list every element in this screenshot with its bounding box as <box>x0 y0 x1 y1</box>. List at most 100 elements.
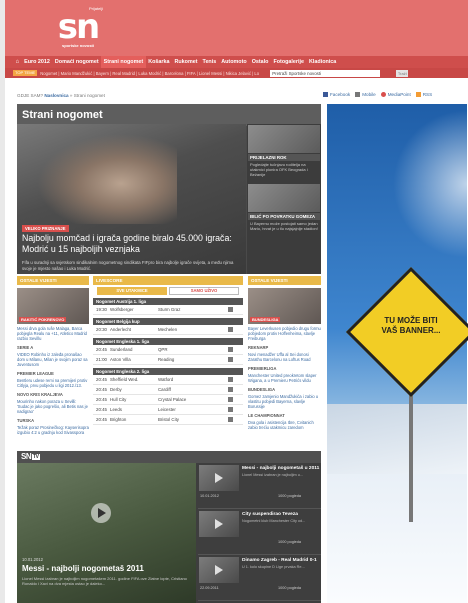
match-time: 20:45 <box>96 417 107 422</box>
nav-item-tenis[interactable]: Tenis <box>200 56 219 68</box>
match-home: Sunderland <box>110 347 133 352</box>
match-details-icon[interactable] <box>228 347 233 352</box>
news-link[interactable]: Gomez zamjenio Mandžukića i zabio u vlas… <box>248 394 321 409</box>
page: Prijatelji sn sportske novosti ⌂ Euro 20… <box>5 0 468 603</box>
league-block: Nogomet Austrija 1. liga 19:30 Wolfsberger… <box>93 298 243 315</box>
nav-item-rukomet[interactable]: Rukomet <box>172 56 200 68</box>
nav-item-kladionica[interactable]: Kladionica <box>307 56 339 68</box>
social-mediapoint[interactable]: MediaPoint <box>380 92 411 97</box>
featured-title[interactable]: Najbolju momčad i igrača godine biralo 4… <box>22 233 242 255</box>
logo-sub: sportske novosti <box>61 43 94 48</box>
search-button[interactable]: Traži <box>396 69 409 77</box>
match-details-icon[interactable] <box>228 327 233 332</box>
tab-all-matches[interactable]: SVE UTAKMICE <box>97 287 167 295</box>
sntv-main-video[interactable]: 10.01.2012 Messi - najbolji nogometaš 20… <box>17 463 196 603</box>
league-name[interactable]: Nogomet Engleska 2. liga <box>93 368 243 375</box>
match-away: Crystal Palace <box>158 397 187 402</box>
ad-mountain <box>327 404 467 474</box>
match-time: 21:00 <box>96 357 107 362</box>
side-text[interactable]: U Bayernu može postojati samo jedan Mari… <box>247 220 321 232</box>
nav-item-fotogalerije[interactable]: Fotogalerije <box>271 56 307 68</box>
sntv-logo[interactable]: SN TV <box>17 451 321 463</box>
social-mobile[interactable]: Mobile <box>355 92 376 97</box>
video-item[interactable]: Messi - najbolji nogometaš u 2011 Lionel… <box>198 463 321 509</box>
play-icon[interactable] <box>91 503 111 523</box>
ad-banner[interactable]: TU MOŽE BITI VAŠ BANNER... <box>327 104 468 603</box>
home-icon[interactable]: ⌂ <box>13 56 22 68</box>
news-category: REKNARP <box>248 345 269 350</box>
video-thumb[interactable] <box>199 557 239 583</box>
nav-item-ostalo[interactable]: Ostalo <box>249 56 271 68</box>
match-row[interactable]: 19:30 Wolfsberger Sturm Graz <box>93 305 243 315</box>
news-category: PREMIERLIGA <box>248 366 277 371</box>
match-details-icon[interactable] <box>228 417 233 422</box>
main-nav: ⌂ Euro 2012 Domaći nogomet Strani nogome… <box>5 56 468 68</box>
video-title[interactable]: Messi - najbolji nogometaš 2011 <box>22 564 144 573</box>
news-thumb[interactable]: BUNDESLIGA <box>248 288 321 324</box>
side-thumb[interactable] <box>248 125 320 153</box>
match-time: 20:45 <box>96 347 107 352</box>
match-row[interactable]: 20:45 Brighton Bristol City <box>93 415 243 425</box>
match-away: Bristol City <box>158 417 179 422</box>
video-item[interactable]: Dinamo Zagreb - Real Madrid 0-1 U 1. kol… <box>198 555 321 601</box>
match-time: 20:45 <box>96 397 107 402</box>
match-details-icon[interactable] <box>228 357 233 362</box>
news-link[interactable]: Manchester United preokretom slaper Wiga… <box>248 373 321 383</box>
match-row[interactable]: 20:45 Hull City Crystal Palace <box>93 395 243 405</box>
video-thumb[interactable] <box>199 511 239 537</box>
league-name[interactable]: Nogomet Belgija kup <box>93 318 243 325</box>
column-title: OSTALE VIJESTI <box>17 276 89 285</box>
league-list: Nogomet Austrija 1. liga 19:30 Wolfsberger… <box>93 298 243 425</box>
match-details-icon[interactable] <box>228 307 233 312</box>
nav-item-automoto[interactable]: Automoto <box>219 56 249 68</box>
site-logo[interactable]: Prijatelji sn sportske novosti <box>47 6 109 52</box>
thumb-caption: RAKITIĆ POKRENOVO <box>19 317 67 322</box>
news-link[interactable]: Težak poraz Prosinečkog: Kayserisopra iz… <box>17 425 89 435</box>
match-row[interactable]: 20:45 Sheffield Wed. Watford <box>93 375 243 385</box>
side-text[interactable]: Pogledajte tučnjavu roditelja na utakmic… <box>247 161 321 178</box>
match-home: Sheffield Wed. <box>110 377 139 382</box>
nav-item-strani[interactable]: Strani nogomet <box>101 56 146 68</box>
search-input[interactable]: Pretraži Sportske novosti <box>270 69 381 77</box>
featured-article[interactable]: VELIKO PRIZNANJE Najbolju momčad i igrač… <box>17 124 246 274</box>
news-link[interactable]: Bentleru udese remi na premijeri protiv … <box>17 378 89 388</box>
league-name[interactable]: Nogomet Engleska 1. liga <box>93 338 243 345</box>
news-link[interactable]: Dva gola i asistencija Ibre, Cvitanich z… <box>248 420 321 430</box>
video-item-title[interactable]: Dinamo Zagreb - Real Madrid 0-1 <box>242 558 320 564</box>
match-row[interactable]: 20:30 Anderlecht Mechelen <box>93 325 243 335</box>
video-item[interactable]: City suspendirao Teveza Nogometni klub M… <box>198 509 321 555</box>
video-item-title[interactable]: City suspendirao Teveza <box>242 512 320 518</box>
video-thumb[interactable] <box>199 465 239 491</box>
match-details-icon[interactable] <box>228 397 233 402</box>
match-row[interactable]: 21:00 Aston Villa Reading <box>93 355 243 365</box>
news-link[interactable]: Bayer Leverkusen pobjedio drugu formu po… <box>248 326 321 341</box>
news-link[interactable]: Messi drva gola ruše Malaga, Barca pobje… <box>17 326 89 341</box>
social-facebook[interactable]: Facebook <box>323 92 350 97</box>
nav-item-kosarka[interactable]: Košarka <box>146 56 172 68</box>
match-row[interactable]: 20:45 Leeds Leicester <box>93 405 243 415</box>
breadcrumb-home[interactable]: Naslovnica <box>44 93 68 98</box>
match-row[interactable]: 20:45 Sunderland QPR <box>93 345 243 355</box>
social-rss[interactable]: RSS <box>415 92 432 97</box>
breadcrumb-prefix: GDJE SAM? <box>17 93 44 98</box>
breadcrumb-current: Strani nogomet <box>73 93 105 98</box>
match-row[interactable]: 20:45 Derby Cardiff <box>93 385 243 395</box>
news-thumb[interactable]: RAKITIĆ POKRENOVO <box>17 288 89 324</box>
match-details-icon[interactable] <box>228 387 233 392</box>
league-name[interactable]: Nogomet Austrija 1. liga <box>93 298 243 305</box>
thumb-caption: BUNDESLIGA <box>250 317 281 322</box>
nav-item-euro[interactable]: Euro 2012 <box>22 56 53 68</box>
video-item-title[interactable]: Messi - najbolji nogometaš u 2011 <box>242 466 320 472</box>
side-thumb[interactable] <box>248 184 320 212</box>
news-link[interactable]: Mourinho nakon poraza u Sevilli: 'Sudac … <box>17 399 89 414</box>
video-summary: Lionel Messi izabran je najboljim nogome… <box>22 576 187 586</box>
news-link[interactable]: Novi menadžer Uffa al Sei donosi Zarathu… <box>248 352 321 362</box>
news-link[interactable]: VIDEO Robinho iz zaleđa pronašao dom u M… <box>17 352 89 367</box>
nav-item-domaci[interactable]: Domaći nogomet <box>52 56 101 68</box>
match-home: Wolfsberger <box>110 307 134 312</box>
match-details-icon[interactable] <box>228 377 233 382</box>
section-title: Strani nogomet <box>17 104 321 126</box>
match-details-icon[interactable] <box>228 407 233 412</box>
top-topics-links[interactable]: Nogomet | Mario Mandžukić | Bayern | Rea… <box>40 71 264 76</box>
tab-live-only[interactable]: SAMO UŽIVO <box>169 287 239 295</box>
